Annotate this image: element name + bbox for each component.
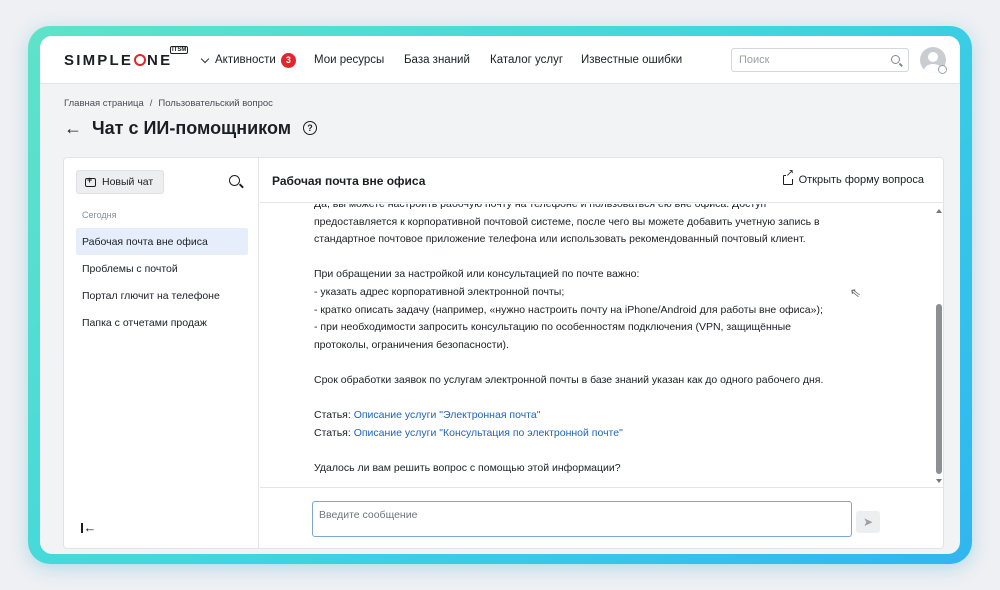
article-reference: Статья: Описание услуги "Консультация по… xyxy=(314,425,904,443)
assistant-message: Да, вы можете настроить рабочую почту на… xyxy=(314,204,904,478)
message-line: стандартное почтовое приложение телефона… xyxy=(314,233,806,246)
nav-service-catalog[interactable]: Каталог услуг xyxy=(490,36,563,84)
chat-title: Рабочая почта вне офиса xyxy=(272,174,426,188)
chat-plus-icon xyxy=(85,175,96,187)
nav-my-resources-label: Мои ресурсы xyxy=(314,54,385,66)
scrollbar-thumb[interactable] xyxy=(936,304,942,474)
open-form-label: Открыть форму вопроса xyxy=(798,174,924,186)
message-line: Да, вы можете настроить рабочую почту на… xyxy=(314,204,767,210)
message-line: - указать адрес корпоративной электронно… xyxy=(314,285,565,298)
message-list[interactable]: Да, вы можете настроить рабочую почту на… xyxy=(260,204,944,486)
chat-list-item[interactable]: Проблемы с почтой xyxy=(76,255,248,282)
chat-sidebar: Новый чат Сегодня Рабочая почта вне офис… xyxy=(64,158,259,548)
chevron-down-icon xyxy=(200,54,210,63)
simpleone-logo[interactable]: SIMPLE NE ITSM xyxy=(64,46,189,69)
logo-badge: ITSM xyxy=(170,46,189,54)
global-search xyxy=(731,48,909,72)
message-line: - кратко описать задачу (например, «нужн… xyxy=(314,303,823,316)
collapse-sidebar-icon[interactable]: ← xyxy=(81,520,97,535)
nav-knowledge-base[interactable]: База знаний xyxy=(404,36,470,84)
breadcrumb-current[interactable]: Пользовательский вопрос xyxy=(158,98,273,109)
global-search-input[interactable] xyxy=(739,49,889,71)
page-header: ← Чат с ИИ-помощником ? xyxy=(64,116,318,140)
message-line: При обращении за настройкой или консульт… xyxy=(314,268,640,281)
logo-text: SIMPLE NE xyxy=(64,52,173,69)
nav-service-catalog-label: Каталог услуг xyxy=(490,54,564,66)
article-link[interactable]: Описание услуги "Консультация по электро… xyxy=(354,427,623,439)
external-link-icon xyxy=(782,169,794,185)
article-reference: Статья: Описание услуги "Электронная поч… xyxy=(314,407,904,425)
nav-my-resources[interactable]: Мои ресурсы xyxy=(314,36,384,84)
new-chat-label: Новый чат xyxy=(102,176,154,188)
chat-list: Рабочая почта вне офиса Проблемы с почто… xyxy=(76,228,248,336)
send-button[interactable]: ➤ xyxy=(856,511,880,533)
open-question-form-link[interactable]: Открыть форму вопроса xyxy=(782,169,924,186)
send-icon: ➤ xyxy=(862,515,874,529)
top-navigation-bar: SIMPLE NE ITSM Активности 3 Мои ресурсы Б… xyxy=(40,36,960,84)
article-prefix: Статья: xyxy=(314,409,354,422)
app-window: SIMPLE NE ITSM Активности 3 Мои ресурсы Б… xyxy=(40,36,960,554)
nav-known-errors[interactable]: Известные ошибки xyxy=(581,36,682,84)
nav-activities-label: Активности xyxy=(215,54,276,66)
new-chat-button[interactable]: Новый чат xyxy=(76,170,165,194)
closing-question: Удалось ли вам решить вопрос с помощью э… xyxy=(314,461,621,474)
chat-header: Рабочая почта вне офиса Открыть форму во… xyxy=(260,158,944,203)
article-link[interactable]: Описание услуги "Электронная почта" xyxy=(354,409,541,421)
scroll-up-icon[interactable] xyxy=(936,209,942,213)
mouse-cursor-icon: ⇖ xyxy=(848,284,862,301)
arrow-left-icon[interactable]: ← xyxy=(64,119,82,137)
chat-card: Новый чат Сегодня Рабочая почта вне офис… xyxy=(63,157,944,549)
nav-activities[interactable]: Активности 3 xyxy=(200,36,296,84)
message-line: протоколы, ограничения безопасности). xyxy=(314,338,509,351)
message-input[interactable] xyxy=(319,505,839,525)
page-title: Чат с ИИ-помощником xyxy=(92,117,292,138)
article-prefix: Статья: xyxy=(314,426,354,439)
message-composer: ➤ xyxy=(260,487,944,549)
activities-count-badge: 3 xyxy=(280,52,296,68)
chat-list-item-active[interactable]: Рабочая почта вне офиса xyxy=(76,228,248,255)
breadcrumb: Главная страница / Пользовательский вопрос xyxy=(64,98,273,109)
message-line: Срок обработки заявок по услугам электро… xyxy=(314,373,824,386)
message-scrollbar[interactable] xyxy=(934,206,944,486)
question-circle-icon[interactable]: ? xyxy=(303,121,318,135)
chat-list-item[interactable]: Портал глючит на телефоне xyxy=(76,282,248,309)
nav-known-errors-label: Известные ошибки xyxy=(581,54,683,66)
breadcrumb-separator: / xyxy=(149,98,153,109)
nav-knowledge-base-label: База знаний xyxy=(404,54,470,66)
chat-list-item[interactable]: Папка с отчетами продаж xyxy=(76,309,248,336)
search-icon[interactable] xyxy=(229,175,240,186)
breadcrumb-home-link[interactable]: Главная страница xyxy=(64,98,144,109)
chat-group-label: Сегодня xyxy=(82,210,117,220)
scroll-down-icon[interactable] xyxy=(936,479,942,483)
search-icon[interactable] xyxy=(891,55,900,64)
message-input-box xyxy=(312,501,852,537)
avatar-status-icon xyxy=(938,65,947,74)
message-line: - при необходимости запросить консультац… xyxy=(314,321,791,334)
message-line: предоставляется к корпоративной почтовой… xyxy=(314,215,820,228)
